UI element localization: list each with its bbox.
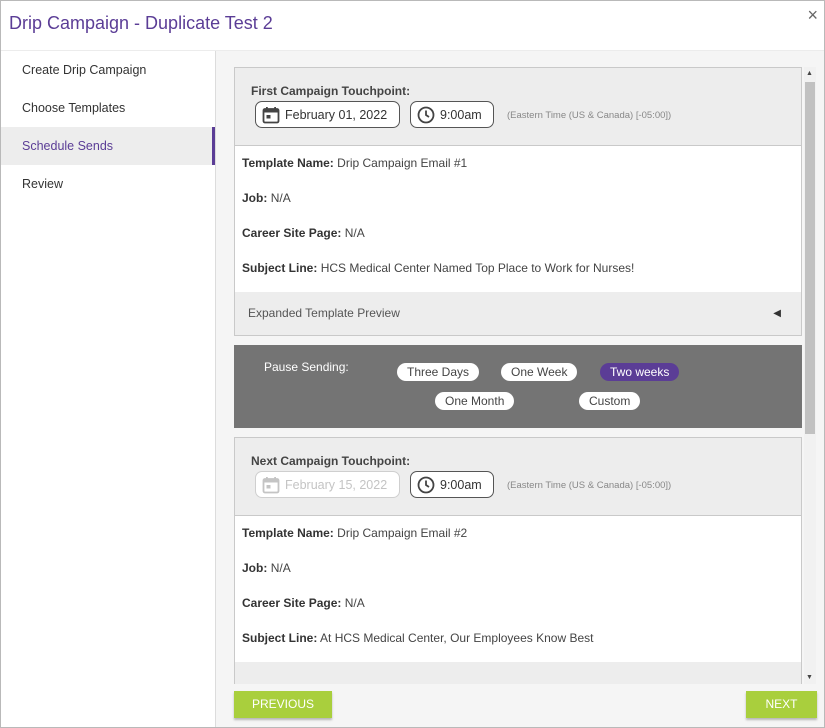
next-job-row: Job: N/A	[235, 551, 801, 586]
pause-option-two-weeks[interactable]: Two weeks	[600, 363, 680, 381]
job-label: Job:	[242, 561, 268, 575]
pause-sending-panel: Pause Sending: Three Days One Week Two w…	[234, 345, 802, 428]
next-date-value: February 15, 2022	[285, 477, 388, 492]
next-time-picker[interactable]: 9:00am	[410, 471, 494, 498]
drip-campaign-dialog: Drip Campaign - Duplicate Test 2 × Creat…	[0, 0, 825, 728]
pause-option-one-month[interactable]: One Month	[435, 392, 515, 410]
subject-value: At HCS Medical Center, Our Employees Kno…	[320, 631, 594, 645]
job-value: N/A	[270, 191, 291, 205]
first-time-picker[interactable]: 9:00am	[410, 101, 494, 128]
next-time-value: 9:00am	[440, 477, 482, 492]
caret-left-icon: ◀	[773, 308, 781, 319]
pause-option-custom[interactable]: Custom	[579, 392, 641, 410]
pause-option-one-week[interactable]: One Week	[501, 363, 578, 381]
sidebar-item-schedule-sends[interactable]: Schedule Sends	[1, 127, 215, 165]
job-value: N/A	[270, 561, 291, 575]
sidebar-item-review[interactable]: Review	[1, 165, 215, 203]
first-subject-row: Subject Line: HCS Medical Center Named T…	[235, 251, 801, 286]
scroll-down-arrow-icon[interactable]: ▼	[806, 674, 813, 681]
first-touchpoint-card: First Campaign Touchpoint: February 01, …	[234, 67, 802, 336]
clock-icon	[417, 106, 435, 124]
next-button[interactable]: NEXT	[746, 691, 817, 718]
pause-option-three-days[interactable]: Three Days	[397, 363, 480, 381]
next-touchpoint-card: Next Campaign Touchpoint: February 15, 2…	[234, 437, 802, 684]
first-job-row: Job: N/A	[235, 181, 801, 216]
next-subject-row: Subject Line: At HCS Medical Center, Our…	[235, 621, 801, 656]
subject-label: Subject Line:	[242, 261, 318, 275]
subject-value: HCS Medical Center Named Top Place to Wo…	[320, 261, 635, 275]
scroll-up-arrow-icon[interactable]: ▲	[806, 70, 813, 77]
first-time-value: 9:00am	[440, 107, 482, 122]
preview-label: Expanded Template Preview	[248, 306, 400, 320]
job-label: Job:	[242, 191, 268, 205]
main-content: First Campaign Touchpoint: February 01, …	[216, 51, 824, 727]
first-timezone: (Eastern Time (US & Canada) [-05:00])	[507, 110, 672, 121]
sidebar-item-create-drip-campaign[interactable]: Create Drip Campaign	[1, 51, 215, 89]
wizard-sidebar: Create Drip Campaign Choose Templates Sc…	[1, 51, 216, 727]
calendar-icon	[262, 106, 280, 124]
first-template-name-row: Template Name: Drip Campaign Email #1	[235, 146, 801, 181]
next-touchpoint-header: Next Campaign Touchpoint: February 15, 2…	[235, 438, 801, 516]
vertical-scrollbar[interactable]: ▲ ▼	[804, 67, 816, 684]
career-site-label: Career Site Page:	[242, 596, 342, 610]
sidebar-item-choose-templates[interactable]: Choose Templates	[1, 89, 215, 127]
career-site-label: Career Site Page:	[242, 226, 342, 240]
first-career-site-row: Career Site Page: N/A	[235, 216, 801, 251]
next-timezone: (Eastern Time (US & Canada) [-05:00])	[507, 480, 672, 491]
dialog-title: Drip Campaign - Duplicate Test 2	[9, 13, 273, 33]
first-date-value: February 01, 2022	[285, 107, 388, 122]
next-template-name-row: Template Name: Drip Campaign Email #2	[235, 516, 801, 551]
close-icon[interactable]: ×	[807, 5, 818, 26]
previous-button[interactable]: PREVIOUS	[234, 691, 332, 718]
calendar-icon	[262, 476, 280, 494]
career-site-value: N/A	[344, 226, 365, 240]
next-date-picker: February 15, 2022	[255, 471, 400, 498]
pause-sending-label: Pause Sending:	[264, 360, 349, 374]
first-date-picker[interactable]: February 01, 2022	[255, 101, 400, 128]
next-preview-strip[interactable]	[235, 662, 801, 684]
first-touchpoint-header: First Campaign Touchpoint: February 01, …	[235, 68, 801, 146]
expanded-template-preview-toggle[interactable]: Expanded Template Preview ◀	[235, 292, 801, 335]
first-touchpoint-label: First Campaign Touchpoint:	[251, 84, 411, 98]
next-career-site-row: Career Site Page: N/A	[235, 586, 801, 621]
scroll-thumb[interactable]	[805, 82, 815, 434]
template-name-value: Drip Campaign Email #1	[337, 156, 468, 170]
template-name-value: Drip Campaign Email #2	[337, 526, 468, 540]
clock-icon	[417, 476, 435, 494]
template-name-label: Template Name:	[242, 156, 334, 170]
subject-label: Subject Line:	[242, 631, 318, 645]
template-name-label: Template Name:	[242, 526, 334, 540]
career-site-value: N/A	[344, 596, 365, 610]
touchpoints-scroll-area[interactable]: First Campaign Touchpoint: February 01, …	[234, 67, 802, 684]
next-touchpoint-label: Next Campaign Touchpoint:	[251, 454, 411, 468]
